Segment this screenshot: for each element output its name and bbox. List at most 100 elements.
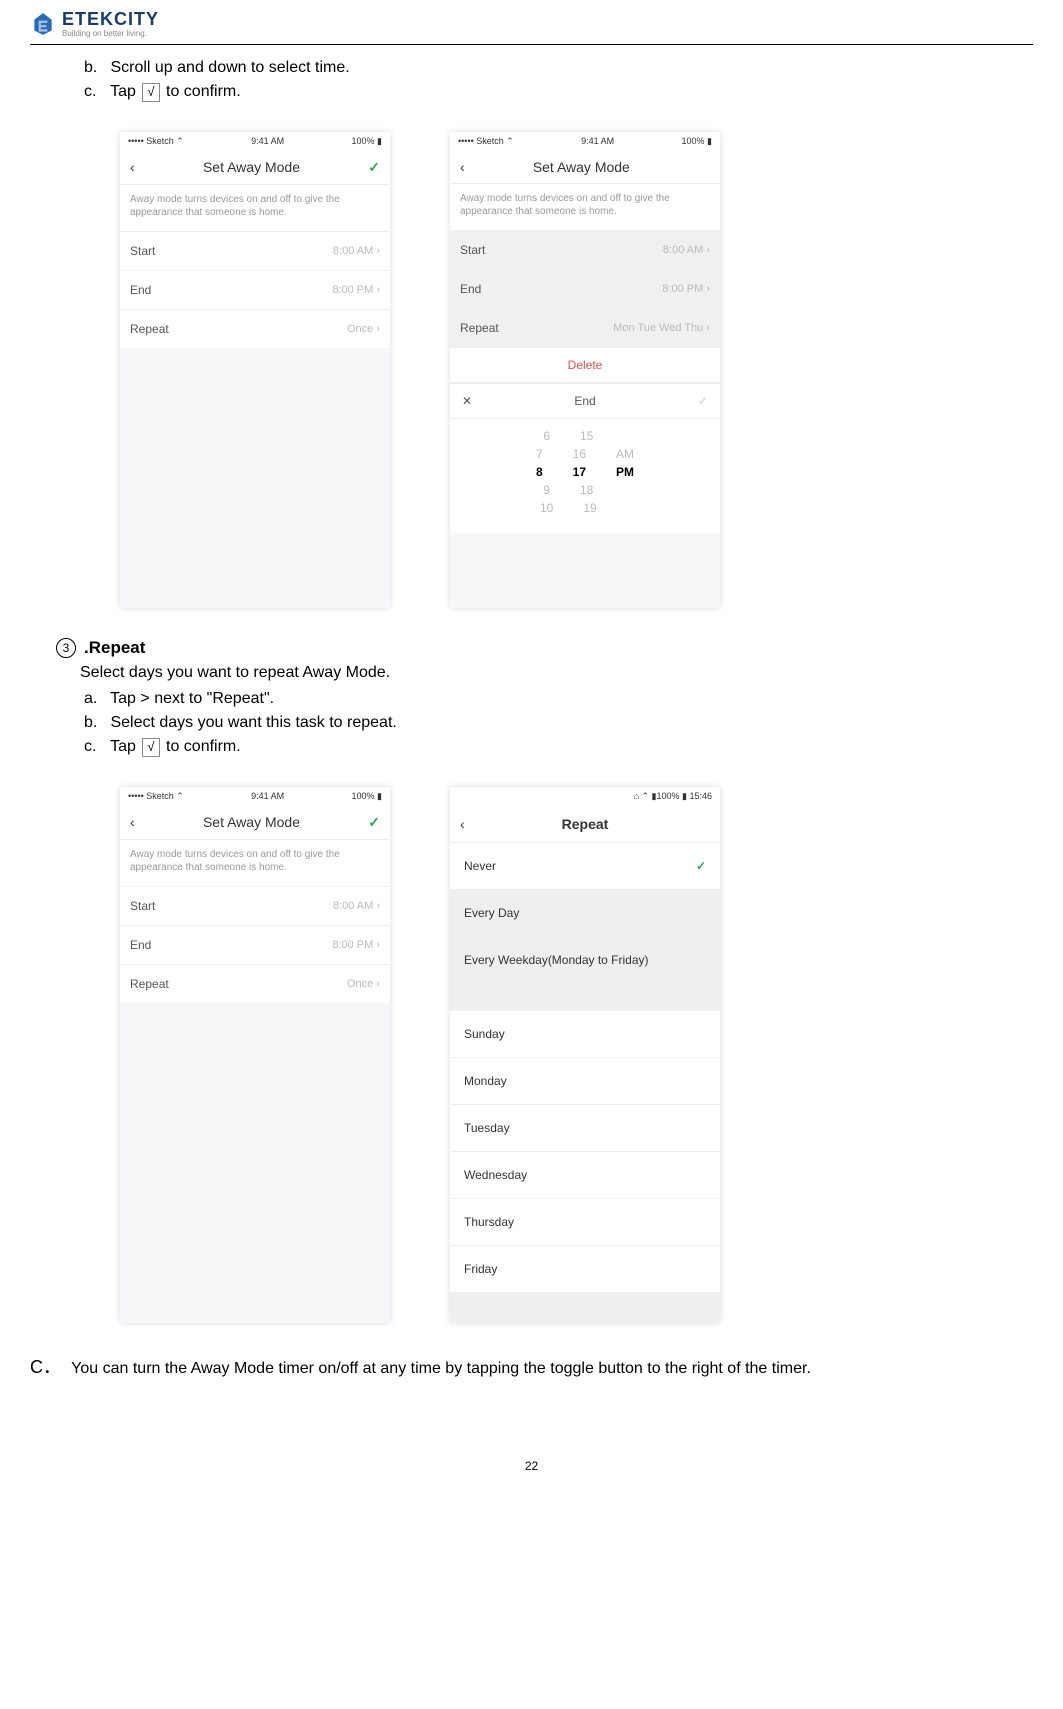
row-label: Start (130, 899, 155, 913)
option-label: Never (464, 859, 496, 873)
screen-title: Repeat (562, 816, 609, 832)
step-letter: b. (84, 59, 106, 77)
option-thursday[interactable]: Thursday (450, 1199, 720, 1246)
option-label: Tuesday (464, 1121, 510, 1135)
status-time: 9:41 AM (581, 136, 614, 147)
step-text: Select days you want this task to repeat… (110, 714, 396, 731)
step-a: a. Tap > next to "Repeat". (80, 690, 1033, 708)
row-start[interactable]: Start 8:00 AM › (120, 231, 390, 270)
screenshot-set-away-mode: ••••• Sketch ⌃ 9:41 AM 100% ▮ ‹ Set Away… (120, 132, 390, 608)
checkmark-icon: √ (142, 83, 159, 102)
page-number: 22 (30, 1459, 1033, 1473)
step-b: b. Select days you want this task to rep… (80, 714, 1033, 732)
step-text-suffix: to confirm. (166, 83, 241, 100)
row-label: Repeat (130, 322, 169, 336)
option-sunday[interactable]: Sunday (450, 1011, 720, 1058)
row-value: 8:00 PM › (332, 939, 380, 951)
step-b: b. Scroll up and down to select time. (80, 59, 1033, 77)
section-title: .Repeat (84, 638, 145, 658)
back-icon[interactable]: ‹ (460, 816, 465, 832)
row-repeat[interactable]: Repeat Once › (120, 309, 390, 348)
picker-title: End (574, 394, 595, 408)
screen-title: Set Away Mode (533, 159, 630, 175)
status-time: 9:41 AM (251, 136, 284, 147)
brand-name: ETEKCITY (62, 10, 159, 28)
status-carrier: ••••• Sketch ⌃ (128, 136, 184, 147)
step-letter: c. (84, 83, 106, 101)
step-letter: c. (84, 738, 106, 756)
option-label: Every Weekday(Monday to Friday) (464, 953, 649, 967)
option-never[interactable]: Never ✓ (450, 843, 720, 890)
row-value: 8:00 AM › (663, 244, 710, 256)
step-c: c. Tap √ to confirm. (80, 83, 1033, 102)
note-label: C． (30, 1357, 61, 1377)
blank-area (120, 1003, 390, 1323)
status-battery: 100% ▮ (352, 791, 382, 802)
status-battery: 100% ▮ (352, 136, 382, 147)
section-number-icon: 3 (56, 638, 76, 658)
confirm-icon[interactable]: ✓ (368, 814, 380, 831)
row-value: 8:00 PM › (332, 284, 380, 296)
row-value: Once › (347, 323, 380, 335)
option-wednesday[interactable]: Wednesday (450, 1152, 720, 1199)
option-label: Wednesday (464, 1168, 527, 1182)
delete-button[interactable]: Delete (450, 347, 720, 383)
option-every-day[interactable]: Every Day (450, 890, 720, 937)
row-value: 8:00 AM › (333, 245, 380, 257)
option-tuesday[interactable]: Tuesday (450, 1105, 720, 1152)
row-end[interactable]: End 8:00 PM › (450, 269, 720, 308)
screen-title: Set Away Mode (203, 159, 300, 175)
option-label: Friday (464, 1262, 497, 1276)
row-label: Start (130, 244, 155, 258)
row-start[interactable]: Start 8:00 AM › (450, 230, 720, 269)
back-icon[interactable]: ‹ (130, 159, 135, 175)
blank-area (450, 1293, 720, 1323)
step-text: Scroll up and down to select time. (110, 59, 349, 76)
row-label: Start (460, 243, 485, 257)
screen-title: Set Away Mode (203, 814, 300, 830)
row-repeat[interactable]: Repeat Mon Tue Wed Thu › (450, 308, 720, 347)
row-start[interactable]: Start 8:00 AM › (120, 886, 390, 925)
status-battery: 100% ▮ (682, 136, 712, 147)
option-monday[interactable]: Monday (450, 1058, 720, 1105)
row-label: End (130, 283, 151, 297)
row-repeat[interactable]: Repeat Once › (120, 964, 390, 1003)
row-end[interactable]: End 8:00 PM › (120, 270, 390, 309)
row-value: 8:00 PM › (662, 283, 710, 295)
step-letter: b. (84, 714, 106, 732)
back-icon[interactable]: ‹ (130, 814, 135, 830)
status-carrier: ••••• Sketch ⌃ (458, 136, 514, 147)
step-text-prefix: Tap (110, 738, 136, 755)
option-label: Thursday (464, 1215, 514, 1229)
screen-subtitle: Away mode turns devices on and off to gi… (120, 185, 390, 231)
step-letter: a. (84, 690, 106, 708)
option-friday[interactable]: Friday (450, 1246, 720, 1293)
note-c: C． You can turn the Away Mode timer on/o… (30, 1353, 1033, 1379)
status-carrier: ••••• Sketch ⌃ (128, 791, 184, 802)
option-every-weekday[interactable]: Every Weekday(Monday to Friday) (450, 937, 720, 984)
option-label: Monday (464, 1074, 507, 1088)
row-end[interactable]: End 8:00 PM › (120, 925, 390, 964)
etekcity-logo-icon (30, 11, 56, 37)
confirm-icon[interactable]: ✓ (368, 159, 380, 176)
option-label: Sunday (464, 1027, 505, 1041)
time-picker[interactable]: 615 716AM 817PM 918 1019 (450, 419, 720, 533)
step-c: c. Tap √ to confirm. (80, 738, 1033, 757)
row-value: Once › (347, 978, 380, 990)
step-text-suffix: to confirm. (166, 738, 241, 755)
section-repeat-heading: 3 .Repeat (56, 638, 1033, 658)
close-icon[interactable]: ✕ (462, 394, 472, 408)
brand-tagline: Building on better living. (62, 30, 159, 38)
screenshot-time-picker: ••••• Sketch ⌃ 9:41 AM 100% ▮ ‹ Set Away… (450, 132, 720, 608)
screenshot-set-away-mode: ••••• Sketch ⌃ 9:41 AM 100% ▮ ‹ Set Away… (120, 787, 390, 1323)
row-label: End (460, 282, 481, 296)
step-text-prefix: Tap (110, 83, 136, 100)
back-icon[interactable]: ‹ (460, 159, 465, 175)
confirm-icon[interactable]: ✓ (698, 394, 708, 408)
section-description: Select days you want to repeat Away Mode… (80, 664, 1033, 682)
status-bar: ⌂ ⌃ ▮100% ▮ 15:46 (634, 791, 712, 802)
checkmark-icon: ✓ (696, 859, 706, 873)
blank-area (120, 348, 390, 608)
option-label: Every Day (464, 906, 519, 920)
step-text: Tap > next to "Repeat". (110, 690, 274, 707)
